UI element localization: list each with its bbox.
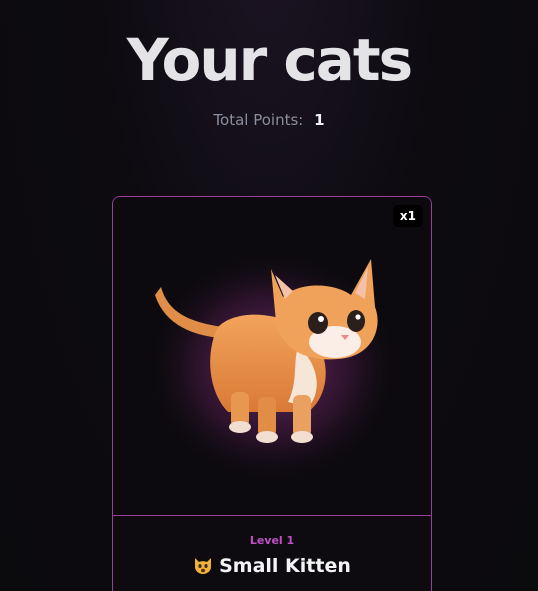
page-title: Your cats — [126, 26, 413, 94]
total-points: Total Points: 1 — [0, 111, 538, 129]
cat-card[interactable]: x1 Level 1 Small Kitten — [112, 196, 432, 591]
card-info: Level 1 Small Kitten — [113, 517, 431, 577]
kitten-image — [143, 247, 403, 487]
level-label: Level 1 — [249, 534, 295, 547]
total-points-value: 1 — [314, 111, 325, 129]
cat-name: Small Kitten — [219, 555, 351, 577]
cat-image-area: x1 — [113, 197, 431, 516]
count-badge: x1 — [392, 205, 423, 227]
cat-name-row: Small Kitten — [113, 555, 431, 577]
total-points-label: Total Points: — [213, 111, 304, 129]
cat-face-icon — [195, 558, 212, 574]
